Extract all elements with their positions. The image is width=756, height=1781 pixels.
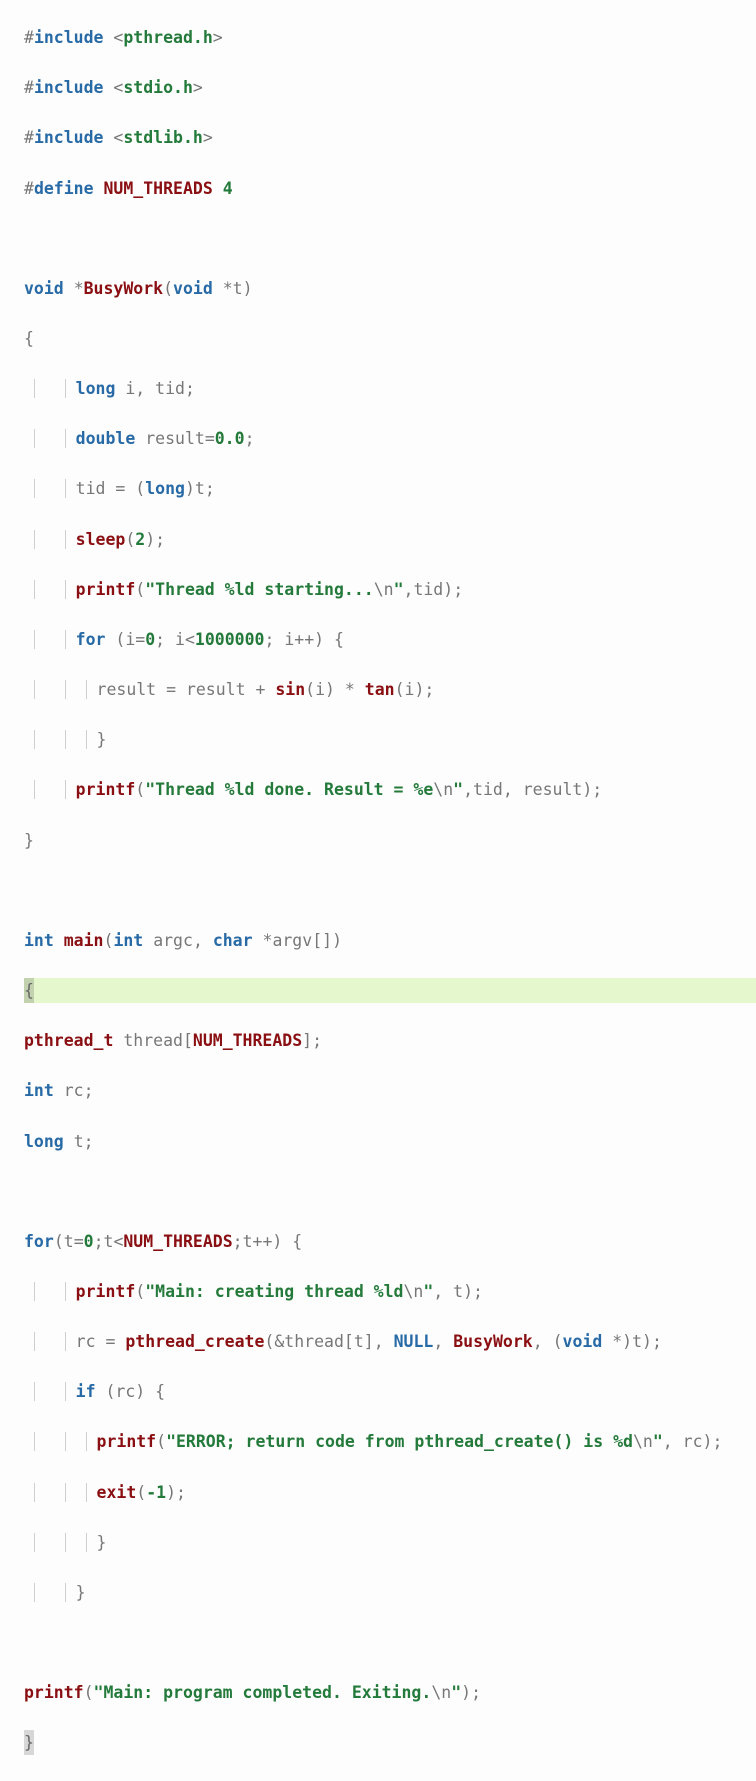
code-line: } (24, 1730, 756, 1755)
type-name: pthread_t (24, 1031, 113, 1050)
code-line: printf("Main: creating thread %ld\n", t)… (24, 1279, 756, 1304)
header-name: stdlib.h (123, 128, 202, 147)
function-call: pthread_create (125, 1332, 264, 1351)
code-line: long i, tid; (24, 376, 756, 401)
blank-line (24, 1630, 756, 1655)
function-name: BusyWork (84, 279, 163, 298)
escape-sequence: \n (374, 580, 394, 599)
code-line: printf("Thread %ld done. Result = %e\n",… (24, 777, 756, 802)
code-line: rc = pthread_create(&thread[t], NULL, Bu… (24, 1329, 756, 1354)
number-literal: 1000000 (195, 630, 265, 649)
string-literal: "Thread %ld starting...\n" (145, 580, 403, 599)
code-line: #include <pthread.h> (24, 25, 756, 50)
function-call: printf (76, 580, 136, 599)
code-line: long t; (24, 1129, 756, 1154)
code-line: double result=0.0; (24, 426, 756, 451)
string-literal: "Thread %ld done. Result = %e\n" (145, 780, 463, 799)
type-kw: int (24, 931, 54, 950)
number-literal: 2 (135, 530, 145, 549)
function-call: tan (365, 680, 395, 699)
code-line: } (24, 1530, 756, 1555)
include-kw: include (34, 28, 104, 47)
null-kw: NULL (394, 1332, 434, 1351)
code-block: #include <pthread.h> #include <stdio.h> … (0, 0, 756, 1781)
code-line: tid = (long)t; (24, 476, 756, 501)
code-line: for (i=0; i<1000000; i++) { (24, 627, 756, 652)
code-line: exit(-1); (24, 1480, 756, 1505)
code-line: printf("Main: program completed. Exiting… (24, 1680, 756, 1705)
number-literal: -1 (146, 1483, 166, 1502)
string-literal: "Main: creating thread %ld\n" (145, 1282, 433, 1301)
type-kw: void (24, 279, 64, 298)
code-line: int rc; (24, 1078, 756, 1103)
blank-line (24, 878, 756, 903)
code-line: #include <stdio.h> (24, 75, 756, 100)
code-line: #include <stdlib.h> (24, 125, 756, 150)
highlighted-line: { (24, 978, 756, 1003)
code-line: } (24, 1580, 756, 1605)
macro-name: NUM_THREADS (103, 179, 212, 198)
code-line: void *BusyWork(void *t) (24, 276, 756, 301)
type-kw: long (76, 379, 116, 398)
code-line: { (24, 326, 756, 351)
header-name: stdio.h (123, 78, 193, 97)
function-call: exit (97, 1483, 137, 1502)
code-line: pthread_t thread[NUM_THREADS]; (24, 1028, 756, 1053)
function-call: printf (76, 780, 136, 799)
indent-guide: long i, tid; (65, 379, 195, 398)
function-call: printf (76, 1282, 136, 1301)
type-kw: double (76, 429, 136, 448)
number-literal: 0.0 (215, 429, 245, 448)
indent-guide: long i, tid; (34, 379, 195, 398)
code-line: printf("ERROR; return code from pthread_… (24, 1429, 756, 1454)
blank-line (24, 226, 756, 251)
code-line: } (24, 727, 756, 752)
function-name: main (64, 931, 104, 950)
string-literal: "Main: program completed. Exiting.\n" (94, 1683, 462, 1702)
header-name: pthread.h (123, 28, 212, 47)
define-kw: define (34, 179, 94, 198)
hash: # (24, 28, 34, 47)
blank-line (24, 1179, 756, 1204)
code-line: for(t=0;t<NUM_THREADS;t++) { (24, 1229, 756, 1254)
code-line: printf("Thread %ld starting...\n",tid); (24, 577, 756, 602)
code-line: #define NUM_THREADS 4 (24, 176, 756, 201)
for-kw: for (24, 1232, 54, 1251)
function-call: sin (275, 680, 305, 699)
for-kw: for (76, 630, 106, 649)
code-line: sleep(2); (24, 527, 756, 552)
string-literal: "ERROR; return code from pthread_create(… (166, 1432, 663, 1451)
number-literal: 4 (223, 179, 233, 198)
function-call: printf (24, 1683, 84, 1702)
code-line: if (rc) { (24, 1379, 756, 1404)
code-line: int main(int argc, char *argv[]) (24, 928, 756, 953)
text-cursor: } (24, 1730, 34, 1755)
function-call: sleep (76, 530, 126, 549)
code-line: } (24, 828, 756, 853)
function-call: printf (97, 1432, 157, 1451)
if-kw: if (76, 1382, 96, 1401)
text-cursor: { (24, 978, 34, 1003)
code-line: result = result + sin(i) * tan(i); (24, 677, 756, 702)
